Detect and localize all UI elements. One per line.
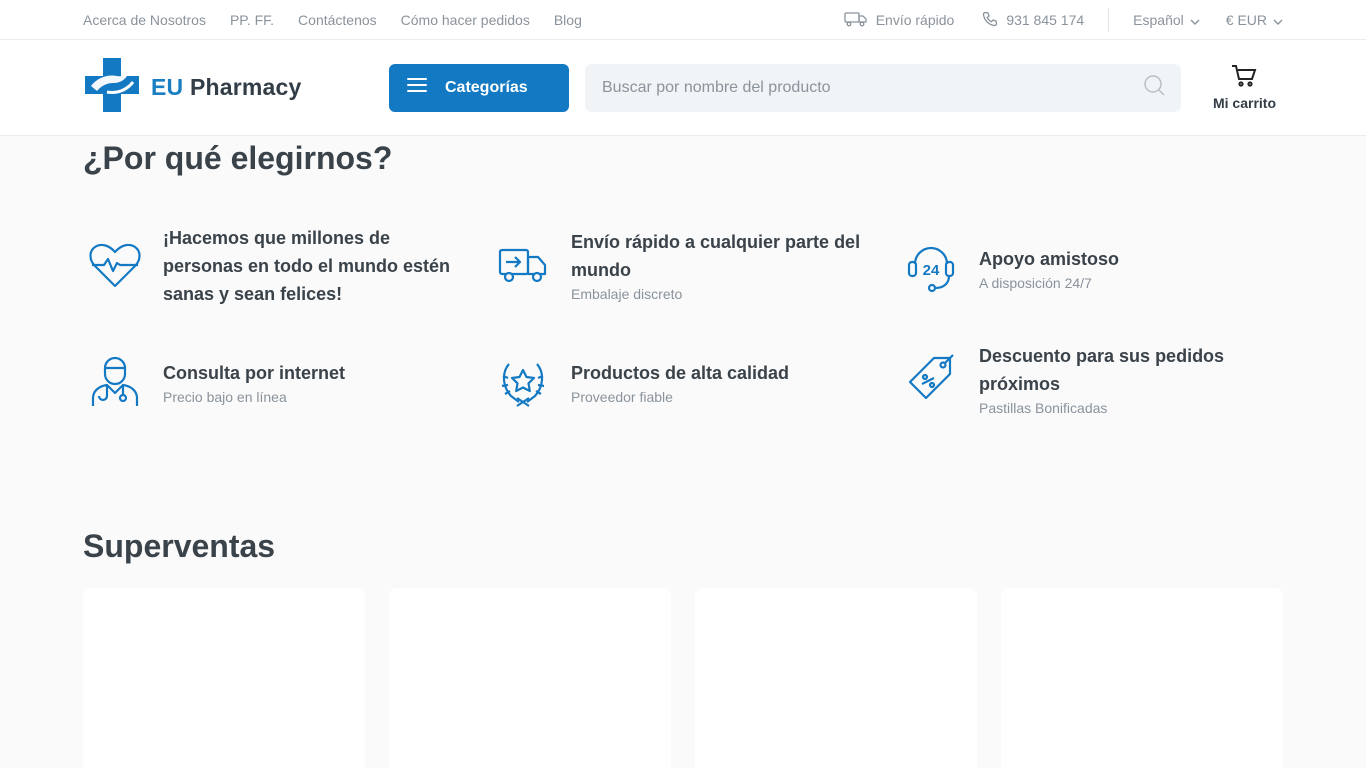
main-content: ¿Por qué elegirnos? ¡Hacemos que millone… [83,136,1283,768]
divider [1108,8,1110,32]
hamburger-menu-icon [407,78,427,97]
shopping-cart-icon [1231,64,1257,91]
feature-title: Apoyo amistoso [979,249,1120,269]
feature-title: Envío rápido a cualquier parte del mundo [571,232,861,280]
doctor-icon [83,356,147,408]
laurel-star-icon [491,356,555,408]
chevron-down-icon [1190,12,1200,28]
top-bar: Acerca de Nosotros PP. FF. Contáctenos C… [0,0,1366,40]
truck-icon [844,11,868,30]
feature-subtitle: Embalaje discreto [571,286,683,302]
feature-title: ¡Hacemos que millones de personas en tod… [163,228,451,304]
link-pp-ff[interactable]: PP. FF. [230,12,274,28]
logo-pharmacy: Pharmacy [189,74,302,100]
feature-item: ¡Hacemos que millones de personas en tod… [83,224,463,308]
product-card[interactable] [695,588,977,768]
currency-value: € EUR [1225,12,1267,28]
currency-select[interactable]: € EUR [1226,12,1283,28]
pharmacy-cross-logo-icon [83,56,141,119]
bestsellers-title: Superventas [83,528,276,564]
feature-item: Consulta por internet Precio bajo en lín… [83,356,463,408]
phone-info[interactable]: 931 845 174 [982,11,1084,30]
product-card[interactable] [83,588,365,768]
why-us-title: ¿Por qué elegirnos? [83,140,393,176]
link-contact[interactable]: Contáctenos [298,12,377,28]
language-value: Español [1133,12,1184,28]
language-select[interactable]: Español [1133,12,1200,28]
link-about[interactable]: Acerca de Nosotros [83,12,206,28]
chevron-down-icon [1273,12,1283,28]
search-input[interactable] [602,78,1102,97]
bestsellers-grid [83,588,1283,768]
link-blog[interactable]: Blog [554,12,582,28]
phone-number[interactable]: 931 845 174 [1006,12,1084,28]
main-header: EU Pharmacy Categorías Buscar por nombre… [0,40,1366,136]
logo-wordmark: EU Pharmacy [151,74,302,101]
feature-title: Consulta por internet [163,363,346,383]
discount-tag-icon [899,352,963,406]
feature-subtitle: Proveedor fiable [571,389,673,405]
phone-icon [982,11,998,30]
support-24-icon: 24 [899,242,963,294]
site-logo[interactable]: EU Pharmacy [83,56,389,119]
cart-label: Mi carrito [1212,95,1276,111]
feature-item: Envío rápido a cualquier parte del mundo… [491,228,871,302]
feature-title: Descuento para sus pedidos próximos [979,346,1225,394]
heart-pulse-icon [83,243,147,289]
product-card[interactable] [389,588,671,768]
feature-subtitle: Pastillas Bonificadas [979,400,1108,416]
fast-shipping-info: Envío rápido [844,11,955,30]
feature-item: Descuento para sus pedidos próximos Past… [899,342,1283,416]
cart-button[interactable]: Mi carrito [1213,64,1276,111]
logo-eu: EU [151,74,184,100]
search-bar [585,63,1181,112]
top-nav: Acerca de Nosotros PP. FF. Contáctenos C… [83,12,582,28]
fast-shipping-label: Envío rápido [875,12,955,28]
delivery-truck-icon [491,245,555,285]
search-icon[interactable] [1143,74,1165,101]
feature-title: Productos de alta calidad [571,363,790,383]
categories-button[interactable]: Categorías [389,63,569,112]
feature-item: Productos de alta calidad Proveedor fiab… [491,356,871,408]
categories-label: Categorías [445,78,528,96]
link-how-to-order[interactable]: Cómo hacer pedidos [401,12,530,28]
feature-item: 24 Apoyo amistoso A disposición 24/7 [899,242,1283,294]
feature-subtitle: A disposición 24/7 [979,275,1092,291]
product-card[interactable] [1001,588,1283,768]
feature-subtitle: Precio bajo en línea [163,389,287,405]
svg-text:24: 24 [923,262,940,279]
